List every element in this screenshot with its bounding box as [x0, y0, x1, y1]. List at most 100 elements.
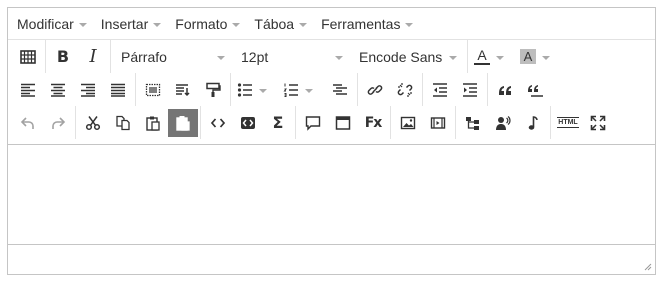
blockquote-button[interactable] — [490, 76, 520, 104]
block-format-select[interactable]: Párrafo — [113, 43, 233, 71]
indent-button[interactable] — [455, 76, 485, 104]
paste-button[interactable] — [138, 109, 168, 137]
resize-handle-icon[interactable] — [642, 261, 652, 271]
cite-icon — [528, 84, 543, 97]
toolbar-group — [487, 73, 552, 106]
chevron-down-icon — [335, 55, 343, 60]
unlink-button[interactable] — [390, 76, 420, 104]
indent-icon — [463, 82, 477, 97]
speech-icon — [496, 115, 511, 130]
toolbar-group: Fx — [295, 106, 390, 139]
media-icon — [430, 116, 446, 129]
align-left-button[interactable] — [13, 76, 43, 104]
menu-insertar[interactable]: Insertar — [94, 10, 168, 38]
text-color-icon: A — [474, 48, 490, 65]
fullscreen-button[interactable] — [583, 109, 613, 137]
rich-text-editor: Modificar Insertar Formato Táboa Ferrame… — [7, 7, 656, 275]
toolbar-group — [11, 73, 135, 106]
chevron-down-icon — [496, 55, 504, 60]
link-button[interactable] — [360, 76, 390, 104]
fullscreen-icon — [590, 115, 606, 130]
toolbar-group: B I — [45, 40, 110, 73]
align-center-icon — [51, 83, 65, 97]
hierarchy-icon — [466, 116, 479, 130]
outdent-icon — [433, 82, 447, 97]
chevron-down-icon — [217, 55, 225, 60]
menu-label: Táboa — [254, 15, 295, 32]
audio-button[interactable] — [518, 109, 548, 137]
toolbar-row-3: Σ Fx HTML — [8, 106, 655, 139]
sigma-icon: Σ — [272, 113, 284, 132]
redo-button[interactable] — [43, 109, 73, 137]
menu-formato[interactable]: Formato — [168, 10, 247, 38]
align-left-icon — [21, 83, 35, 97]
paste-text-icon — [176, 115, 190, 131]
cut-button[interactable] — [78, 109, 108, 137]
menu-label: Formato — [175, 15, 228, 32]
bold-icon: B — [56, 47, 70, 66]
format-painter-icon — [206, 82, 221, 97]
window-icon — [335, 115, 351, 130]
cite-button[interactable] — [520, 76, 550, 104]
align-center-button[interactable] — [43, 76, 73, 104]
formula-icon: Fx — [364, 114, 383, 131]
toolbar-group: Párrafo 12pt Encode Sans — [110, 40, 467, 73]
speech-button[interactable] — [488, 109, 518, 137]
chevron-down-icon — [542, 55, 550, 60]
editor-content-area[interactable] — [8, 144, 655, 245]
copy-button[interactable] — [108, 109, 138, 137]
toolbar-row-1: B I Párrafo 12pt Encode Sans A A — [8, 40, 655, 73]
align-right-button[interactable] — [73, 76, 103, 104]
equation-button[interactable]: Σ — [263, 109, 293, 137]
background-color-icon: A — [520, 49, 536, 64]
insert-text-button[interactable] — [168, 76, 198, 104]
chevron-down-icon — [305, 88, 313, 93]
copy-icon — [116, 115, 130, 130]
toolbar-group — [75, 106, 200, 139]
media-button[interactable] — [423, 109, 453, 137]
chevron-down-icon — [405, 22, 414, 27]
numbered-list-button[interactable] — [279, 76, 325, 104]
bullet-list-button[interactable] — [233, 76, 279, 104]
toggle-toolbar-button[interactable] — [13, 43, 43, 71]
chevron-down-icon — [449, 55, 457, 60]
indent-level-icon — [333, 83, 347, 95]
paste-as-text-button[interactable] — [168, 108, 198, 137]
comment-button[interactable] — [298, 109, 328, 137]
menu-label: Ferramentas — [321, 15, 401, 32]
formula-button[interactable]: Fx — [358, 109, 388, 137]
menu-label: Insertar — [100, 15, 149, 32]
indent-level-button[interactable] — [325, 76, 355, 104]
code-button[interactable] — [203, 109, 233, 137]
italic-button[interactable]: I — [78, 43, 108, 71]
toolbar-group — [230, 73, 357, 106]
font-family-select[interactable]: Encode Sans — [351, 43, 465, 71]
text-color-button[interactable]: A — [470, 43, 516, 71]
outdent-button[interactable] — [425, 76, 455, 104]
numbered-list-icon — [283, 83, 298, 97]
window-button[interactable] — [328, 109, 358, 137]
image-button[interactable] — [393, 109, 423, 137]
toolbar-group: HTML — [550, 106, 615, 139]
format-painter-button[interactable] — [198, 76, 228, 104]
hierarchy-button[interactable] — [458, 109, 488, 137]
paste-icon — [146, 116, 160, 131]
chevron-down-icon — [259, 88, 267, 93]
font-size-value: 12pt — [241, 48, 269, 65]
select-all-icon — [145, 83, 161, 96]
source-code-button[interactable] — [233, 109, 263, 137]
menu-ferramentas[interactable]: Ferramentas — [314, 10, 420, 38]
background-color-button[interactable]: A — [516, 43, 562, 71]
font-size-select[interactable]: 12pt — [233, 43, 351, 71]
unlink-icon — [397, 82, 413, 97]
undo-button[interactable] — [13, 109, 43, 137]
toolbar-group — [11, 40, 45, 73]
bold-button[interactable]: B — [48, 43, 78, 71]
menu-modificar[interactable]: Modificar — [10, 10, 94, 38]
menu-taboa[interactable]: Táboa — [247, 10, 314, 38]
html-button[interactable]: HTML — [553, 109, 583, 137]
chevron-down-icon — [232, 22, 241, 27]
select-all-button[interactable] — [138, 76, 168, 104]
toolbar-group — [135, 73, 230, 106]
align-justify-button[interactable] — [103, 76, 133, 104]
